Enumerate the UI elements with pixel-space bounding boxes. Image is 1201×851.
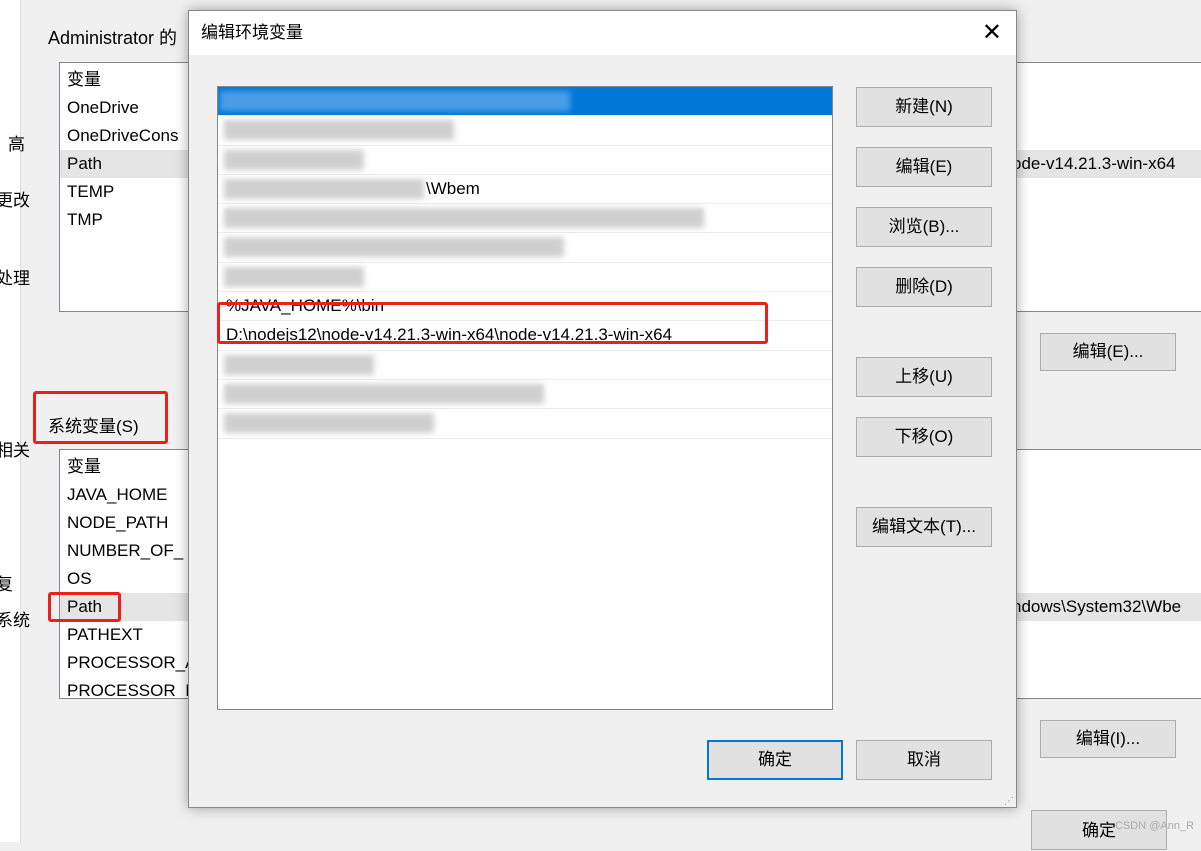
path-entry[interactable] [218,351,832,380]
edit-env-dialog: 编辑环境变量 ✕ \Wbem %JAVA_HOME%\bin D:\nodejs… [188,10,1017,808]
watermark: CSDN @Ann_R [1115,820,1195,832]
redacted [224,237,564,258]
edit-button[interactable]: 编辑(E) [856,147,992,187]
path-entry[interactable] [218,204,832,234]
path-entry-selected[interactable] [218,87,832,117]
redacted [224,383,544,404]
redacted [224,178,424,199]
redacted [224,413,434,434]
redacted [224,120,454,141]
path-entry[interactable]: \Wbem [218,175,832,205]
var-value: ndows\System32\Wbe [1012,597,1182,616]
path-entry[interactable] [218,380,832,410]
redacted [224,208,704,229]
close-icon[interactable]: ✕ [982,11,1002,55]
resize-grip-icon[interactable]: ⋰ [1004,796,1014,807]
side-fragment: 更改 [0,191,30,210]
highlight-box [33,391,168,444]
new-button[interactable]: 新建(N) [856,87,992,127]
side-fragment: 系统 [0,611,30,630]
redacted [224,149,364,170]
path-entries-list[interactable]: \Wbem %JAVA_HOME%\bin D:\nodejs12\node-v… [217,86,833,710]
move-down-button[interactable]: 下移(O) [856,417,992,457]
redacted [224,354,374,375]
edit-text-button[interactable]: 编辑文本(T)... [856,507,992,547]
delete-button[interactable]: 删除(D) [856,267,992,307]
user-vars-group-title: Administrator 的 [48,28,178,48]
side-fragment: 相关 [0,441,30,460]
path-entry[interactable] [218,263,832,293]
side-fragment: 处理 [0,269,30,288]
path-entry[interactable] [218,233,832,263]
move-up-button[interactable]: 上移(U) [856,357,992,397]
path-entry[interactable] [218,146,832,175]
browse-button[interactable]: 浏览(B)... [856,207,992,247]
side-fragment: 高 [8,135,25,154]
path-entry[interactable] [218,116,832,146]
ok-button[interactable]: 确定 [707,740,843,780]
redacted [224,266,364,287]
highlight-box [48,592,121,622]
path-entry[interactable] [218,409,832,439]
cancel-button[interactable]: 取消 [856,740,992,780]
title-bar: 编辑环境变量 ✕ [189,11,1016,55]
var-value: ode-v14.21.3-win-x64 [1012,154,1176,173]
dialog-title: 编辑环境变量 [201,23,303,42]
system-edit-button[interactable]: 编辑(I)... [1040,720,1176,758]
user-edit-button[interactable]: 编辑(E)... [1040,333,1176,371]
redacted [220,91,570,111]
var-name: Path [67,154,102,173]
background-panel: 高 更改 处理 相关 复 系统 [0,0,30,842]
highlight-box [217,302,768,344]
side-fragment: 复 [0,575,13,594]
